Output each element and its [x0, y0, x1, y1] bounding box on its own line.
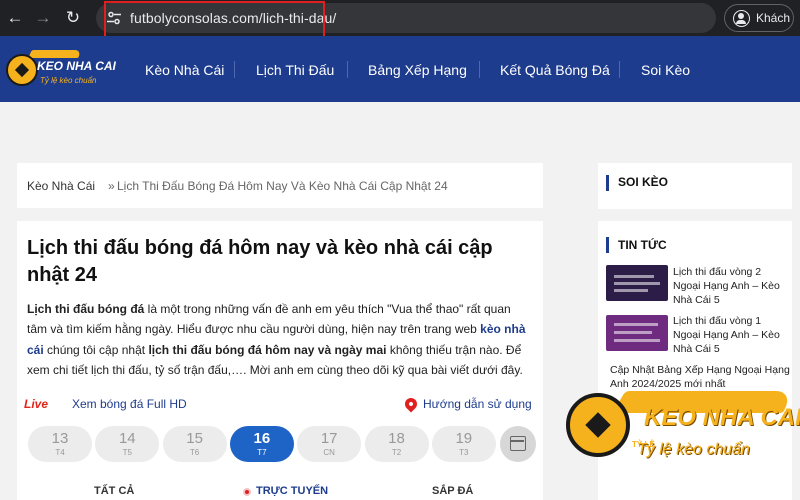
- nav-separator: [619, 61, 620, 78]
- reload-icon[interactable]: ↻: [62, 7, 84, 29]
- live-badge: Live: [24, 397, 49, 411]
- intro-bold-keyword: Lịch thi đấu bóng đá: [27, 302, 145, 316]
- section-marker: [606, 237, 609, 253]
- intro-bold-keyword: lịch thi đấu bóng đá hôm nay và ngày mai: [148, 342, 387, 357]
- nav-separator: [234, 61, 235, 78]
- logo-ball-icon: [6, 54, 38, 86]
- date-number: 14: [118, 430, 136, 447]
- news-thumbnail[interactable]: [606, 265, 668, 301]
- section-marker: [606, 175, 609, 191]
- date-weekday: T3: [459, 448, 469, 457]
- page-title: Lịch thi đấu bóng đá hôm nay và kèo nhà …: [27, 237, 493, 286]
- news-item[interactable]: Lịch thi đấu vòng 1 Ngoại Hạng Anh – Kèo…: [673, 314, 788, 356]
- site-logo[interactable]: KEO NHA CAI Tỷ lệ kèo chuẩn: [4, 48, 116, 94]
- profile-button[interactable]: Khách: [724, 4, 794, 32]
- date-pill[interactable]: 15 T6: [162, 426, 227, 462]
- sidebar-soi-keo-title: SOI KÈO: [618, 175, 669, 189]
- guide-link[interactable]: Hướng dẫn sử dụng: [423, 397, 532, 411]
- breadcrumb-home[interactable]: Kèo Nhà Cái: [27, 179, 95, 193]
- date-pill[interactable]: 18 T2: [364, 426, 429, 462]
- sidebar-tin-tuc-title: TIN TỨC: [618, 238, 667, 252]
- date-pill[interactable]: 16 T7: [229, 426, 294, 462]
- logo-flame: [28, 50, 82, 58]
- nav-soi-keo[interactable]: Soi Kèo: [641, 62, 690, 78]
- date-number: 16: [253, 430, 271, 447]
- nav-separator: [479, 61, 480, 78]
- nav-separator: [347, 61, 348, 78]
- date-pill[interactable]: 19 T3: [431, 426, 496, 462]
- breadcrumb: Kèo Nhà Cái » Lịch Thi Đấu Bóng Đá Hôm N…: [17, 163, 543, 208]
- news-thumbnail[interactable]: [606, 315, 668, 351]
- forward-icon[interactable]: →: [32, 7, 54, 29]
- tab-live[interactable]: TRỰC TUYẾN: [256, 485, 328, 497]
- watermark-logo: KEO NHA CAI TỶ LỆ Tỷ lệ kèo chuẩn: [564, 385, 800, 467]
- nav-keo-nha-cai[interactable]: Kèo Nhà Cái: [145, 62, 224, 78]
- watermark-brand: KEO NHA CAI: [644, 404, 800, 431]
- date-weekday: T7: [257, 448, 267, 457]
- profile-label: Khách: [756, 11, 791, 25]
- nav-lich-thi-dau[interactable]: Lịch Thi Đấu: [256, 62, 334, 78]
- date-weekday: T2: [391, 448, 402, 457]
- date-weekday: T5: [122, 448, 132, 457]
- date-pill[interactable]: 14 T5: [95, 426, 160, 462]
- live-record-icon: [243, 488, 251, 496]
- sidebar-soi-keo: SOI KÈO: [598, 163, 792, 209]
- date-weekday: T6: [189, 448, 200, 457]
- article-intro: Lịch thi đấu bóng đá là một trong những …: [27, 299, 532, 380]
- nav-ket-qua-bong-da[interactable]: Kết Quả Bóng Đá: [500, 62, 610, 78]
- calendar-icon: [510, 436, 526, 451]
- date-weekday: CN: [323, 448, 335, 457]
- date-number: 18: [388, 430, 405, 447]
- date-pill[interactable]: 13 T4: [28, 426, 92, 462]
- date-weekday: T4: [55, 448, 65, 457]
- breadcrumb-current: Lịch Thi Đấu Bóng Đá Hôm Nay Và Kèo Nhà …: [117, 179, 448, 193]
- watermark-ball-icon: [566, 393, 630, 457]
- date-pill[interactable]: 17 CN: [297, 426, 362, 462]
- date-number: 19: [455, 430, 473, 447]
- breadcrumb-separator: »: [108, 179, 115, 193]
- logo-brand: KEO NHA CAI: [37, 59, 116, 73]
- profile-icon: [733, 10, 750, 27]
- site-header: KEO NHA CAI Tỷ lệ kèo chuẩn Kèo Nhà Cái …: [0, 36, 800, 102]
- calendar-button[interactable]: [500, 426, 536, 462]
- date-number: 13: [51, 430, 69, 447]
- back-icon[interactable]: ←: [4, 7, 26, 29]
- news-item[interactable]: Lịch thi đấu vòng 2 Ngoại Hạng Anh – Kèo…: [673, 265, 788, 307]
- date-number: 15: [186, 430, 203, 447]
- logo-slogan: Tỷ lệ kèo chuẩn: [40, 76, 97, 85]
- intro-text: chúng tôi cập nhật: [43, 342, 149, 357]
- live-stream-link[interactable]: Xem bóng đá Full HD: [72, 397, 187, 411]
- date-number: 17: [320, 430, 338, 447]
- nav-bang-xep-hang[interactable]: Bảng Xếp Hạng: [368, 62, 467, 78]
- watermark-slogan: Tỷ lệ kèo chuẩn: [637, 441, 750, 458]
- tab-upcoming[interactable]: SẮP ĐÁ: [432, 485, 473, 497]
- tab-all[interactable]: TẤT CẢ: [94, 485, 134, 497]
